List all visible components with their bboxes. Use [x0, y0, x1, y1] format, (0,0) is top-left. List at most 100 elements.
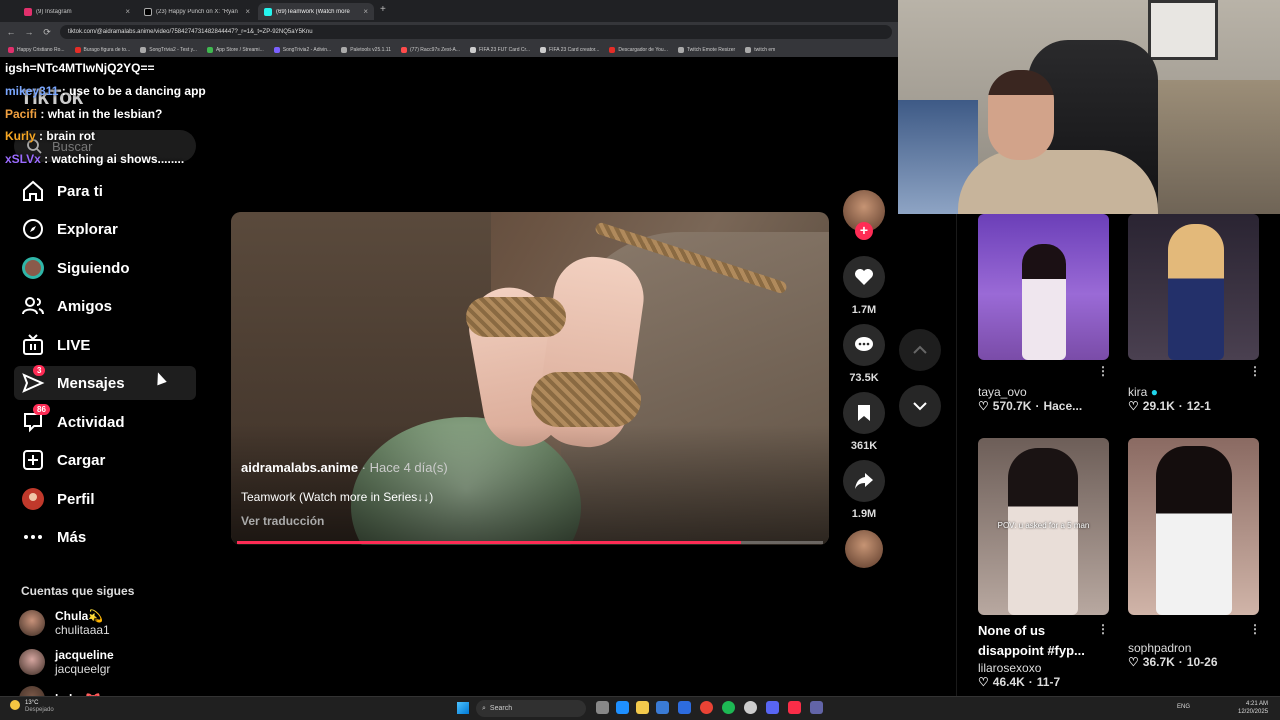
- sidebar-item-live[interactable]: LIVE: [14, 328, 196, 362]
- bookmark-item[interactable]: Happy Cristiano Ro...: [8, 46, 65, 53]
- taskbar-search[interactable]: ⌕ Search: [476, 700, 586, 717]
- sidebar-item-siguiendo[interactable]: Siguiendo: [14, 251, 196, 285]
- chat-text: brain rot: [46, 129, 96, 143]
- explore-username[interactable]: sophpadron: [1128, 641, 1259, 655]
- sidebar-item-cargar[interactable]: Cargar: [14, 443, 196, 477]
- new-tab-button[interactable]: +: [380, 4, 386, 15]
- sidebar-item-perfil[interactable]: Perfil: [14, 482, 196, 516]
- sidebar-item-para-ti[interactable]: Para ti: [14, 174, 196, 208]
- sidebar-item-label: Amigos: [57, 297, 113, 315]
- bookmark-item[interactable]: Paletools v25.1.11: [341, 46, 391, 53]
- explore-card[interactable]: sophpadron ♡ 36.7K · 10-26: [1128, 438, 1259, 669]
- sidebar-item-amigos[interactable]: Amigos: [14, 289, 196, 323]
- close-tab-icon[interactable]: ×: [363, 7, 368, 16]
- bookmark-button[interactable]: [843, 392, 885, 434]
- bookmark-item[interactable]: App Store / Streami...: [206, 46, 264, 53]
- explore-card[interactable]: kira ● ♡ 29.1K · 12-1: [1128, 214, 1259, 413]
- file-explorer-icon[interactable]: [636, 701, 649, 714]
- mail-icon[interactable]: [678, 701, 691, 714]
- explore-username[interactable]: lilarosexoxo: [978, 661, 1109, 675]
- see-translation-link[interactable]: Ver traducción: [241, 514, 324, 528]
- comment-action: 73.5K: [843, 324, 885, 384]
- edge-icon[interactable]: [616, 701, 629, 714]
- language-indicator[interactable]: ENG: [1177, 704, 1190, 710]
- close-tab-icon[interactable]: ×: [245, 7, 250, 16]
- chrome-icon[interactable]: [700, 701, 713, 714]
- more-options-icon[interactable]: ⋮: [1097, 364, 1109, 378]
- weather-widget[interactable]: 13°C Despejado: [25, 700, 54, 714]
- obs-icon[interactable]: [744, 701, 757, 714]
- bookmark-favicon-icon: [470, 46, 476, 53]
- more-options-icon[interactable]: ⋮: [1249, 622, 1261, 636]
- bookmark-item[interactable]: SongTrivia2 - Test y...: [140, 46, 197, 53]
- video-thumbnail: [1128, 214, 1259, 360]
- followed-account[interactable]: jacqueline jacqueelgr: [19, 648, 114, 676]
- screen: { "browser": { "tabs": [ {"label": "(9) …: [0, 0, 1280, 720]
- reload-icon[interactable]: ⟳: [42, 27, 52, 38]
- followed-account[interactable]: Chula💫 chulitaaa1: [19, 609, 110, 637]
- more-options-icon[interactable]: ⋮: [1249, 364, 1261, 378]
- spotify-icon[interactable]: [722, 701, 735, 714]
- notification-badge: 86: [33, 404, 50, 415]
- thumbnail-overlay-text: POV: u asked for a 5 man: [997, 521, 1090, 530]
- bookmark-item[interactable]: FIFA 23 Card creator...: [540, 46, 599, 53]
- home-icon: [21, 179, 45, 203]
- sidebar-item-explorar[interactable]: Explorar: [14, 212, 196, 246]
- comment-button[interactable]: [843, 324, 885, 366]
- browser-tab-instagram[interactable]: (9) Instagram ×: [18, 3, 136, 20]
- bookmark-favicon-icon: [341, 46, 348, 53]
- forward-icon[interactable]: →: [24, 27, 34, 37]
- more-options-icon[interactable]: ⋮: [1097, 622, 1109, 636]
- back-icon[interactable]: ←: [6, 27, 16, 37]
- chat-username: Pacifi: [5, 107, 38, 121]
- bookmark-item[interactable]: SongTrivia2 - Adivin...: [273, 46, 331, 53]
- url-input[interactable]: tiktok.com/@aidramalabs.anime/video/7584…: [60, 25, 892, 39]
- video-thumbnail: POV: u asked for a 5 man: [978, 438, 1109, 615]
- save-count: 361K: [850, 440, 878, 452]
- follow-plus-button[interactable]: +: [855, 222, 873, 240]
- like-button[interactable]: [843, 256, 885, 298]
- compass-icon: [21, 217, 45, 241]
- explore-username[interactable]: taya_ovo: [978, 385, 1109, 399]
- bookmark-favicon-icon: [206, 46, 213, 53]
- chat-username: Kurly: [5, 129, 36, 143]
- share-count: 1.9M: [851, 508, 877, 520]
- sidebar-item-mensajes[interactable]: 3 Mensajes: [14, 365, 196, 400]
- explore-card[interactable]: taya_ovo ♡ 570.7K · Hace...: [978, 214, 1109, 413]
- teams-icon[interactable]: [810, 701, 823, 714]
- explore-stats: ♡ 46.4K · 11-7: [978, 675, 1061, 689]
- send-icon: 3: [21, 365, 46, 395]
- share-button[interactable]: [843, 460, 885, 502]
- clock[interactable]: 4:21 AM 12/20/2025: [1238, 700, 1268, 716]
- x-logo-icon: [144, 7, 152, 16]
- explore-title[interactable]: None of us disappoint #fyp...: [978, 621, 1104, 661]
- task-view-icon[interactable]: [596, 701, 609, 714]
- browser-tab-tiktok[interactable]: (69)Teamwork (Watch more ×: [258, 3, 374, 20]
- music-icon[interactable]: [788, 701, 801, 714]
- avatar-icon: [21, 256, 45, 280]
- sound-disc-avatar[interactable]: [845, 530, 883, 568]
- explore-card[interactable]: POV: u asked for a 5 man None of us disa…: [978, 438, 1109, 689]
- sidebar-item-actividad[interactable]: 86 Actividad: [14, 404, 196, 439]
- bookmark-item[interactable]: Twitch Emote Resizer: [677, 46, 735, 53]
- next-video-button[interactable]: [899, 385, 941, 427]
- video-progress-bar[interactable]: [237, 541, 823, 544]
- bookmark-item[interactable]: FIFA 23 FUT Card Cr...: [470, 46, 530, 53]
- discord-icon[interactable]: [766, 701, 779, 714]
- video-author[interactable]: aidramalabs.anime · Hace 4 día(s): [241, 460, 448, 475]
- chat-message: Kurly : brain rot: [5, 129, 96, 143]
- sidebar-item-m-s[interactable]: Más: [14, 520, 196, 554]
- explore-username[interactable]: kira ●: [1128, 385, 1259, 399]
- comment-icon: [855, 337, 873, 351]
- bookmark-item[interactable]: (77) Racc97s Zest-A...: [400, 46, 460, 53]
- windows-start-icon[interactable]: [457, 702, 469, 714]
- browser-tab-x[interactable]: (23) Happy Punch on X: "Ryan ×: [138, 3, 256, 20]
- store-icon[interactable]: [656, 701, 669, 714]
- bookmark-item[interactable]: Burago figura de to...: [74, 46, 130, 53]
- followed-accounts-title: Cuentas que sigues: [21, 584, 135, 598]
- close-tab-icon[interactable]: ×: [125, 7, 130, 16]
- bookmark-item[interactable]: twitch em: [745, 46, 775, 53]
- bookmark-icon: [858, 405, 870, 421]
- previous-video-button[interactable]: [899, 329, 941, 371]
- bookmark-item[interactable]: Descargador de You...: [609, 46, 668, 53]
